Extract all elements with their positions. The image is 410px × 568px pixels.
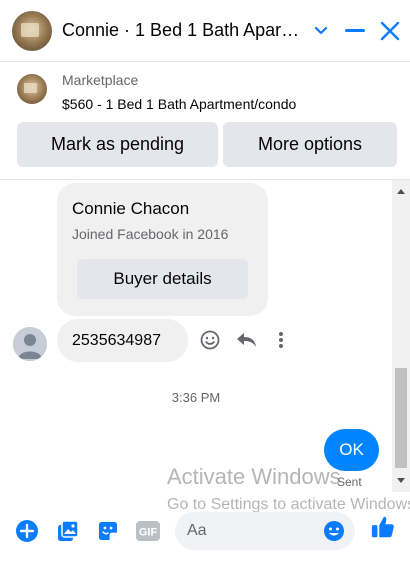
message-thread: Connie Chacon Joined Facebook in 2016 Bu…	[0, 180, 392, 498]
sticker-icon[interactable]	[95, 518, 121, 544]
avatar[interactable]	[13, 327, 47, 361]
photo-icon[interactable]	[55, 518, 81, 544]
plus-circle-icon[interactable]	[14, 518, 40, 544]
svg-text:GIF: GIF	[139, 527, 158, 539]
listing-source: Marketplace	[62, 72, 139, 88]
message-composer: GIF	[0, 498, 410, 568]
sent-message-bubble[interactable]: OK	[324, 429, 379, 471]
buyer-details-button[interactable]: Buyer details	[77, 259, 248, 299]
buyer-name: Connie Chacon	[72, 199, 190, 218]
reply-icon[interactable]	[234, 328, 258, 352]
scroll-up-arrow-icon[interactable]	[392, 184, 410, 198]
message-timestamp: 3:36 PM	[171, 390, 221, 405]
close-icon[interactable]	[375, 16, 405, 46]
buyer-info-card: Connie Chacon Joined Facebook in 2016 Bu…	[57, 183, 268, 316]
emoji-icon[interactable]	[322, 519, 346, 543]
mark-as-pending-button[interactable]: Mark as pending	[17, 122, 218, 167]
chevron-down-icon[interactable]	[306, 16, 336, 46]
react-smiley-icon[interactable]	[198, 328, 222, 352]
more-vertical-icon[interactable]	[269, 328, 293, 352]
scrollbar[interactable]	[392, 180, 410, 492]
chat-title[interactable]: Connie · 1 Bed 1 Bath Apar…	[62, 20, 307, 41]
thumbs-up-icon[interactable]	[370, 514, 396, 540]
sent-status: Sent	[337, 475, 362, 489]
more-options-button[interactable]: More options	[223, 122, 397, 167]
minimize-icon[interactable]	[340, 16, 370, 46]
marketplace-listing: Marketplace $560 - 1 Bed 1 Bath Apartmen…	[0, 62, 410, 180]
scroll-down-arrow-icon[interactable]	[392, 474, 410, 488]
listing-description[interactable]: $560 - 1 Bed 1 Bath Apartment/condo	[62, 96, 296, 112]
message-input[interactable]	[187, 512, 317, 550]
buyer-joined-date: Joined Facebook in 2016	[72, 226, 229, 242]
scrollbar-thumb[interactable]	[395, 368, 407, 468]
listing-avatar[interactable]	[12, 11, 52, 51]
received-message-bubble[interactable]: 2535634987	[57, 319, 188, 362]
listing-thumbnail[interactable]	[17, 74, 47, 104]
message-input-field[interactable]	[175, 512, 355, 550]
chat-header: Connie · 1 Bed 1 Bath Apar…	[0, 0, 410, 62]
gif-icon[interactable]: GIF	[135, 518, 161, 544]
